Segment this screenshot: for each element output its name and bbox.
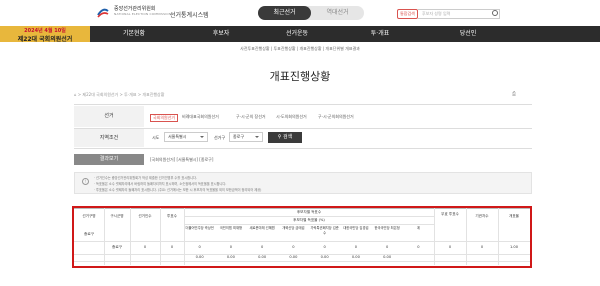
info-icon: !	[82, 178, 89, 185]
cell-candidate-value: 0	[260, 245, 264, 249]
header-divider-1	[184, 216, 434, 217]
cell-electors: 0	[143, 245, 147, 249]
cell-voters: 0	[170, 245, 174, 249]
search-button-label: 검색	[283, 134, 293, 140]
col-header-voters: 투표수	[167, 214, 177, 218]
cell-candidate-value: 0	[417, 245, 420, 249]
search-icon[interactable]	[492, 10, 498, 16]
district-select[interactable]: 종로구	[229, 132, 263, 142]
region-label: 지역조건	[74, 129, 144, 147]
col-header-sigungu: 구시군명	[110, 214, 124, 218]
election-title: 제22대 국회의원선거	[17, 36, 73, 43]
menu-candidates[interactable]: 후보자	[191, 26, 251, 42]
col-header-abstain: 기권자수	[475, 214, 489, 218]
search-button[interactable]: ⚲ 검색	[268, 132, 302, 143]
candidate-header: 가락특권폐지당 김준수	[310, 226, 339, 235]
election-label: 선거	[74, 106, 144, 127]
col-header-invalid: 무효 투표수	[441, 212, 459, 216]
cell-candidate-value: 0.00	[320, 255, 329, 259]
table-top-line	[74, 208, 530, 209]
cell-candidate-value: 0	[229, 245, 233, 249]
candidate-header: 국민의힘 최재형	[219, 226, 243, 230]
candidate-header: 대한국민당 김경섭	[343, 226, 369, 230]
cell-candidate-value: 0.00	[351, 255, 360, 259]
col-header-candidate-votes: 후보자별 득표수	[296, 210, 322, 214]
sido-label: 시도	[152, 135, 160, 140]
integrated-search-button[interactable]: 통합검색	[397, 9, 418, 19]
radio-provincial-council[interactable]: 시·도의회의원선거	[276, 114, 307, 120]
result-label: 결과보기	[74, 154, 144, 165]
cell-candidate-value: 0	[292, 245, 295, 249]
candidate-header: 계	[416, 226, 420, 230]
breadcrumb: ⌂ > 제22대 국회의원선거 > 투·개표 > 개표진행상황	[74, 92, 165, 97]
menu-elected[interactable]: 당선인	[438, 26, 498, 42]
menu-campaign[interactable]: 선거운동	[267, 26, 327, 42]
radio-local-head[interactable]: 구·시·군의 장선거	[236, 114, 266, 120]
radio-proportional[interactable]: 비례대표국회의원선거	[182, 114, 219, 120]
candidate-header: 새로운미래 선혜원	[249, 226, 275, 230]
candidate-header: 더불어민주당 곽상언	[185, 226, 214, 230]
cell-candidate-value: 0.00	[289, 255, 298, 259]
header-divider-2	[184, 224, 434, 225]
form-bottom-divider	[74, 148, 532, 149]
system-name[interactable]: 선거통계시스템	[170, 10, 209, 19]
cell-abstain: 0	[480, 245, 484, 249]
row-divider-3	[74, 261, 530, 262]
cell-count-rate: 1.00	[509, 245, 518, 249]
cell-candidate-value: 0	[354, 245, 358, 249]
cell-candidate-value: 0.00	[258, 255, 267, 259]
tab-current-election[interactable]: 최근선거	[258, 6, 311, 20]
sub-navigation[interactable]: 사전투표진행상황 | 투표진행상황 | 개표진행상황 | 개표단위별 개표결과	[0, 46, 600, 52]
result-summary: [국회의원선거] [서울특별시] [종로구]	[150, 157, 214, 162]
cell-candidate-value: 0.00	[383, 255, 392, 259]
menu-voting-counting[interactable]: 투·개표	[350, 26, 410, 42]
col-header-electors: 선거인수	[138, 214, 152, 218]
cell-candidate-value: 0	[323, 245, 326, 249]
col-header-count-rate: 개표율	[509, 214, 519, 218]
radio-national-assembly[interactable]: 국회의원선거	[150, 114, 179, 122]
election-badge[interactable]: 2024년 4월 10일 제22대 국회의원선거	[0, 26, 90, 43]
col-header-district: 선거구명	[82, 214, 96, 218]
election-date: 2024년 4월 10일	[24, 28, 66, 34]
tab-past-election[interactable]: 역대선거	[311, 6, 364, 20]
org-name: 중앙선거관리위원회	[114, 6, 156, 12]
col-header-candidate-rate: 후보자별 득표율 (%)	[293, 218, 325, 222]
print-icon[interactable]: ⎙	[512, 91, 516, 97]
cell-invalid: 0	[448, 245, 452, 249]
cell-candidate-value: 0	[385, 245, 389, 249]
notice-line-3: · 투표율은 소수 셋째자리 둘째자리 표시합니다. (주요: 선거에서는 보한…	[94, 188, 262, 192]
form-top-divider	[74, 104, 532, 105]
radio-local-council[interactable]: 구·시·군의회의원선거	[318, 114, 354, 120]
candidate-header: 한국국민당 최은정	[374, 226, 400, 230]
notice-line-2: · 득표율은 소수 셋째자리에서 버림하여 둘째자리까지 표시하며, 소숫점에서…	[94, 182, 227, 186]
org-subtitle: NATIONAL ELECTION COMMISSION	[114, 12, 172, 16]
candidate-search-input[interactable]: 후보자 성명 입력	[418, 9, 500, 19]
page-title: 개표진행상황	[269, 70, 331, 83]
cell-candidate-value: 0.00	[195, 255, 204, 259]
menu-basic-status[interactable]: 기본현황	[104, 26, 164, 42]
district-label: 선거구	[214, 135, 226, 140]
cell-candidate-value: 0.00	[226, 255, 235, 259]
election-tabs: 최근선거 역대선거	[258, 6, 364, 20]
notice-line-1: · 선거인수는 중앙선거관리위원회가 작성 제출한 선거인명부 수를 표시합니다…	[94, 176, 197, 180]
cell-district: 종로구	[84, 232, 94, 236]
sido-select[interactable]: 서울특별시	[164, 132, 208, 142]
cell-candidate-value: 0	[198, 245, 201, 249]
cell-sigungu: 종로구	[112, 245, 122, 249]
candidate-header: 개혁신당 금태섭	[282, 226, 305, 230]
nec-logo-icon[interactable]	[96, 6, 110, 19]
row-divider-1	[74, 241, 530, 242]
